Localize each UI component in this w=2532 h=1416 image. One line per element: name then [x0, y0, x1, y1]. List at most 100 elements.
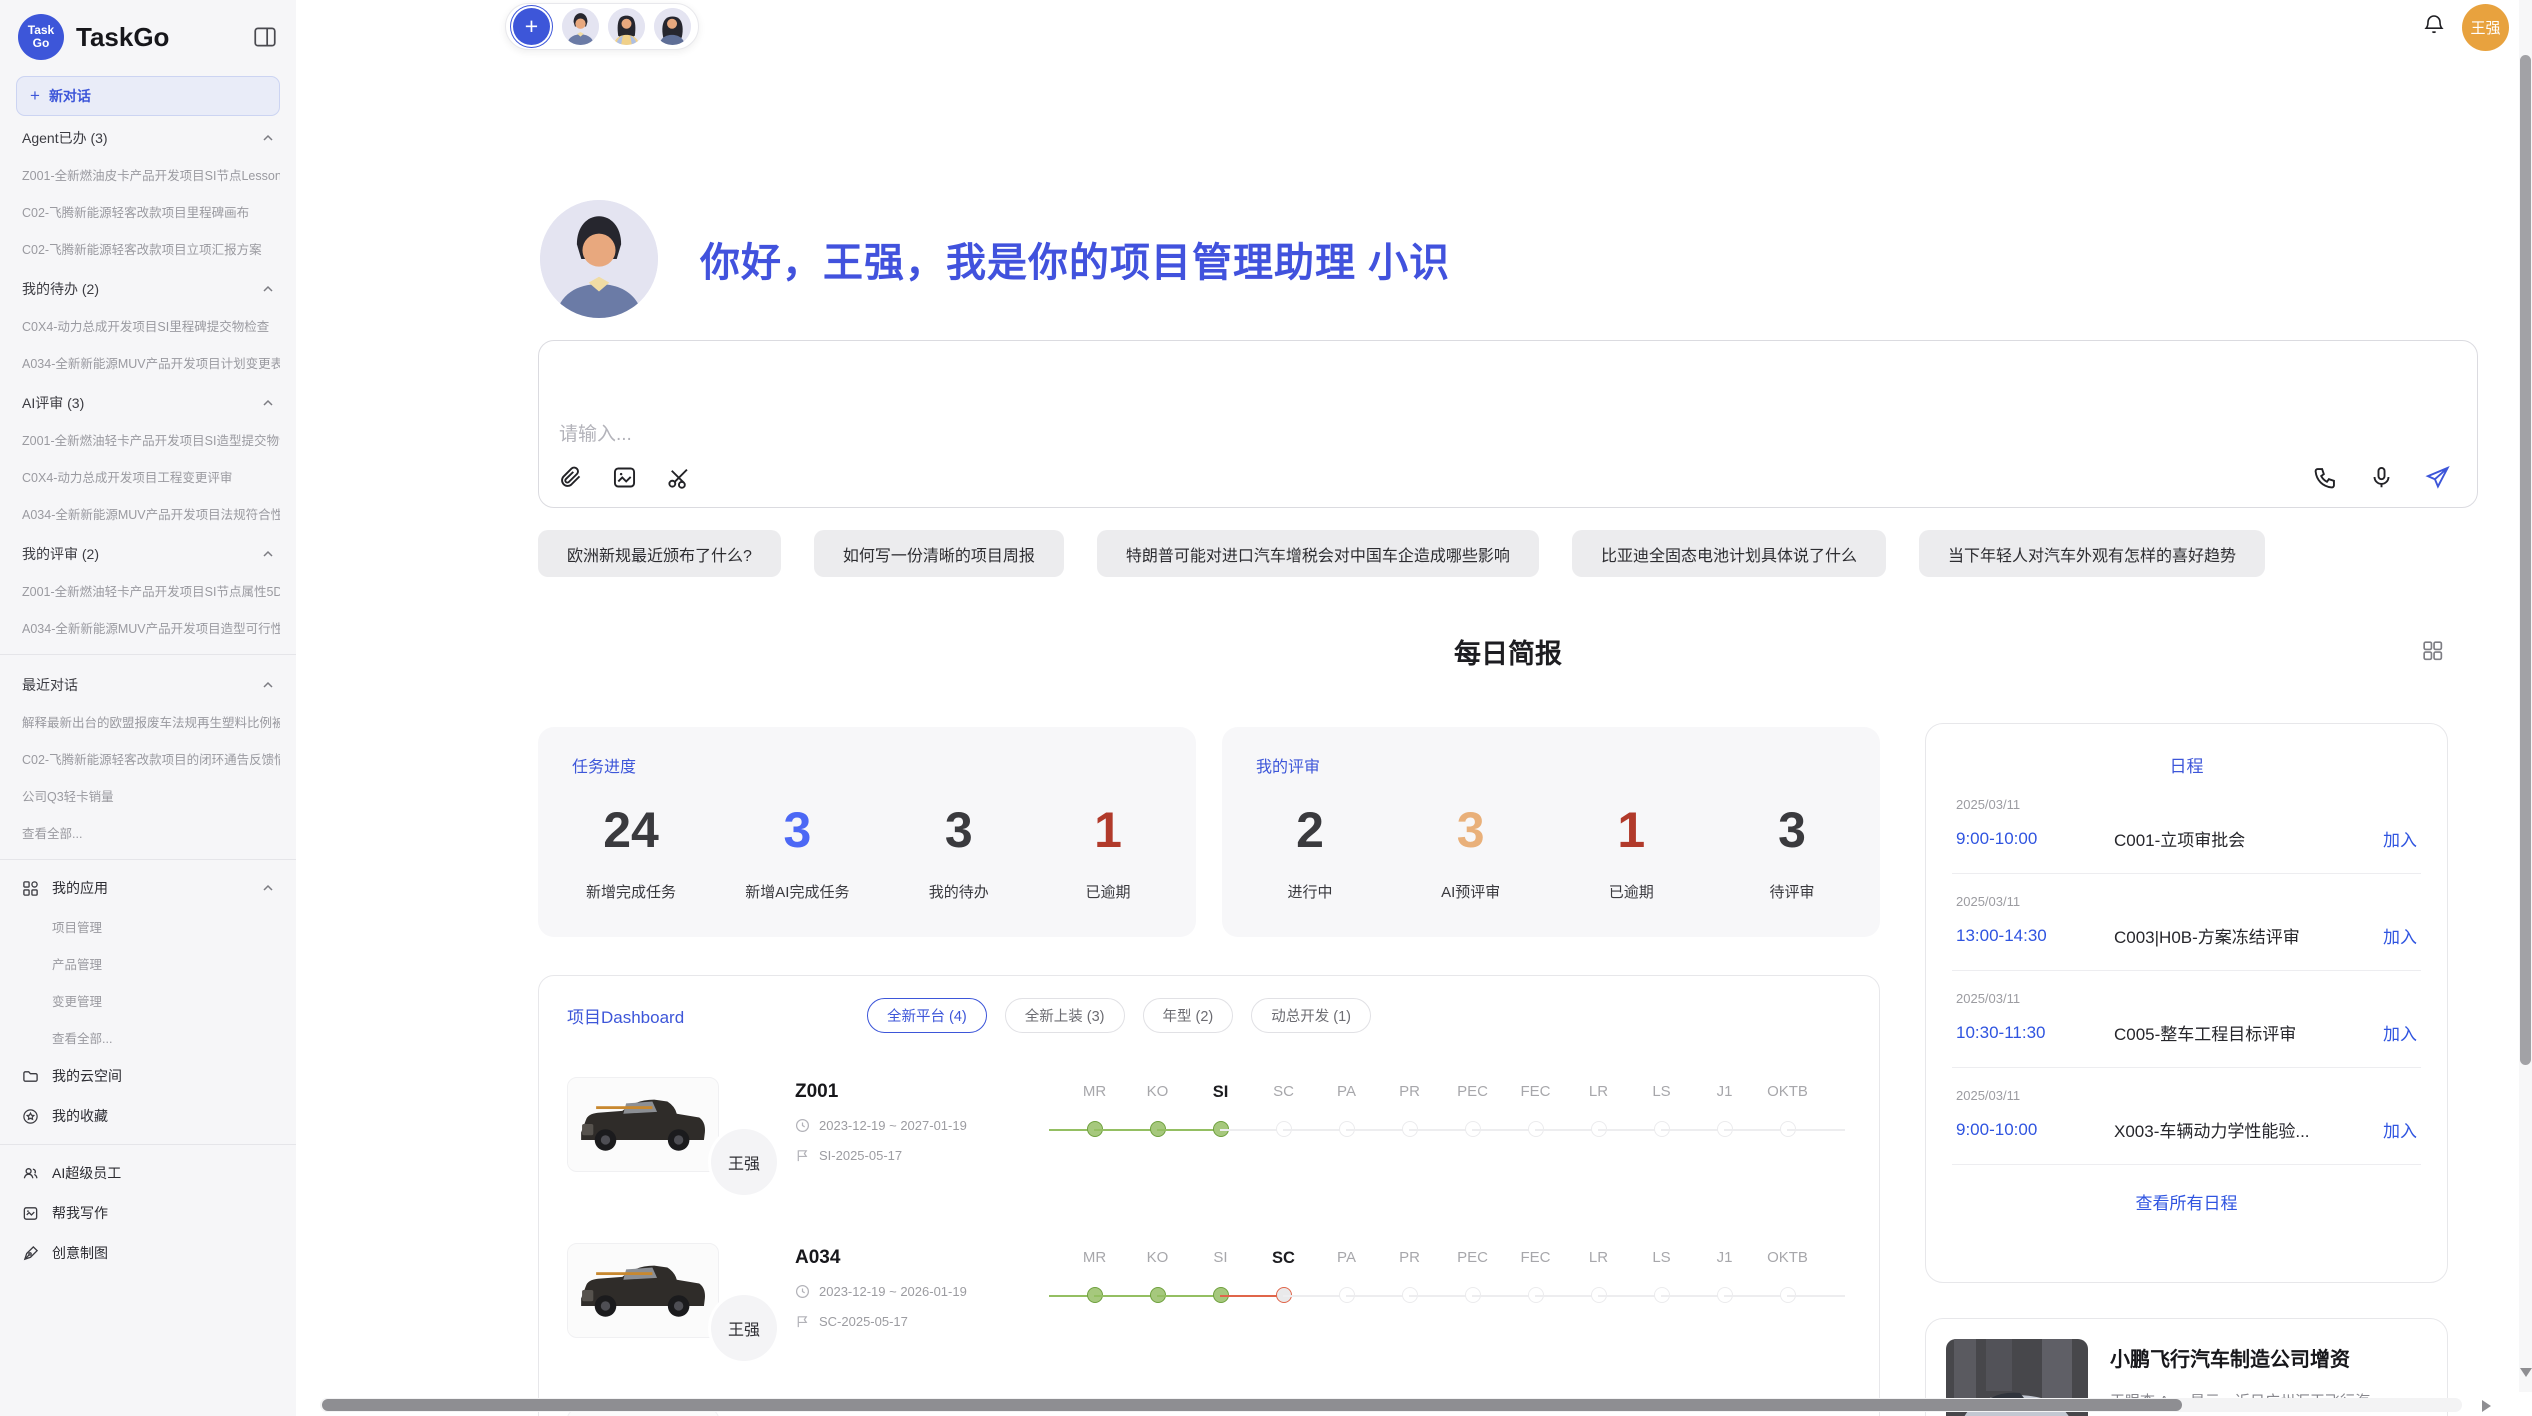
dashboard-filters: 全新平台 (4) 全新上装 (3) 年型 (2) 动总开发 (1) [867, 998, 1371, 1033]
plus-icon: + [30, 86, 40, 106]
section-agent-done[interactable]: Agent已办 (3) [16, 116, 280, 156]
my-cloud-space-row[interactable]: 我的云空间 [16, 1056, 280, 1096]
recent-chat-item[interactable]: C02-飞腾新能源轻客改款项目的闭环通告反馈情况 [16, 740, 280, 777]
suggestion-chip[interactable]: 欧洲新规最近颁布了什么? [538, 530, 781, 577]
task-item[interactable]: C02-飞腾新能源轻客改款项目立项汇报方案 [16, 230, 280, 267]
scissors-icon[interactable] [665, 464, 692, 491]
suggestion-chip[interactable]: 特朗普可能对进口汽车增税会对中国车企造成哪些影响 [1097, 530, 1539, 577]
schedule-time: 9:00-10:00 [1956, 1120, 2114, 1140]
project-row[interactable]: 王强 A034 2023-12-19 ~ 2026-01-19 SC-2025-… [567, 1243, 1851, 1365]
flag-icon [795, 1314, 810, 1329]
suggestion-chip[interactable]: 比亚迪全固态电池计划具体说了什么 [1572, 530, 1886, 577]
card-title: 任务进度 [572, 753, 1162, 777]
task-item[interactable]: Z001-全新燃油轻卡产品开发项目SI造型提交物评审 [16, 421, 280, 458]
suggestion-chips: 欧洲新规最近颁布了什么? 如何写一份清晰的项目周报 特朗普可能对进口汽车增税会对… [538, 530, 2265, 577]
avatar[interactable] [654, 8, 691, 45]
task-item[interactable]: A034-全新新能源MUV产品开发项目计划变更表编写 [16, 344, 280, 381]
task-item[interactable]: C02-飞腾新能源轻客改款项目里程碑画布 [16, 193, 280, 230]
vertical-scrollbar-thumb[interactable] [2520, 55, 2531, 1065]
filter-chip[interactable]: 年型 (2) [1143, 998, 1234, 1033]
schedule-item: 2025/03/11 10:30-11:30 C005-整车工程目标评审 加入 [1952, 971, 2421, 1068]
chevron-up-icon[interactable] [262, 882, 274, 894]
task-item[interactable]: Z001-全新燃油轻卡产品开发项目SI节点属性5D文件评审 [16, 572, 280, 609]
stat-cards-row: 任务进度 24 新增完成任务 3 新增AI完成任务 3 我的待办 1 已逾期 我… [538, 727, 1880, 937]
recent-chat-item[interactable]: 公司Q3轻卡销量 [16, 777, 280, 814]
join-link[interactable]: 加入 [2383, 923, 2417, 948]
app-item-product-mgmt[interactable]: 产品管理 [16, 945, 280, 982]
scroll-right-arrow-icon[interactable] [2482, 1400, 2491, 1412]
app-title: TaskGo [76, 22, 240, 53]
my-favorites-row[interactable]: 我的收藏 [16, 1096, 280, 1136]
microphone-icon[interactable] [2368, 464, 2395, 491]
section-my-review[interactable]: 我的评审 (2) [16, 532, 280, 572]
phone-call-icon[interactable] [2312, 464, 2339, 491]
schedule-date: 2025/03/11 [1956, 991, 2417, 1006]
filter-chip[interactable]: 全新上装 (3) [1005, 998, 1125, 1033]
recent-chat-item[interactable]: 解释最新出台的欧盟报废车法规再生塑料比例被调至15%... [16, 703, 280, 740]
milestone-label: OKTB [1756, 1249, 1819, 1268]
join-link[interactable]: 加入 [2383, 1020, 2417, 1045]
milestone-label: SI [1189, 1083, 1252, 1102]
horizontal-scrollbar[interactable] [320, 1398, 2462, 1412]
suggestion-chip[interactable]: 当下年轻人对汽车外观有怎样的喜好趋势 [1919, 530, 2265, 577]
task-item[interactable]: A034-全新新能源MUV产品开发项目法规符合性评审 [16, 495, 280, 532]
help-me-write-row[interactable]: 帮我写作 [16, 1193, 280, 1233]
add-session-button[interactable]: + [513, 8, 550, 45]
project-row[interactable]: 王强 Z001 2023-12-19 ~ 2027-01-19 SI-2025-… [567, 1077, 1851, 1199]
chevron-up-icon[interactable] [262, 548, 274, 560]
stat: 2 进行中 [1270, 801, 1350, 902]
milestone-label: PEC [1441, 1249, 1504, 1268]
join-link[interactable]: 加入 [2383, 826, 2417, 851]
section-recent-chats[interactable]: 最近对话 [16, 663, 280, 703]
app-logo: Task Go [18, 14, 64, 60]
folder-icon [22, 1068, 39, 1085]
task-item[interactable]: C0X4-动力总成开发项目SI里程碑提交物检查 [16, 307, 280, 344]
pen-nib-icon [22, 1245, 39, 1262]
chat-input-box[interactable]: 请输入... [538, 340, 2478, 508]
user-avatar[interactable]: 王强 [2462, 4, 2509, 51]
filter-chip[interactable]: 全新平台 (4) [867, 998, 987, 1033]
sidebar-collapse-icon[interactable] [252, 24, 278, 50]
horizontal-scrollbar-thumb[interactable] [322, 1399, 2182, 1411]
greeting-block: 你好，王强，我是你的项目管理助理 小识 [540, 200, 1450, 318]
chevron-up-icon[interactable] [262, 679, 274, 691]
view-all-chats-link[interactable]: 查看全部... [16, 814, 280, 851]
milestone-label: KO [1126, 1249, 1189, 1268]
avatar[interactable] [562, 8, 599, 45]
new-chat-button[interactable]: + 新对话 [16, 76, 280, 116]
chevron-up-icon[interactable] [262, 132, 274, 144]
stat: 1 已逾期 [1591, 801, 1671, 902]
notification-bell-icon[interactable] [2422, 12, 2446, 36]
image-upload-icon[interactable] [611, 464, 638, 491]
milestone-label: LS [1630, 1249, 1693, 1268]
scroll-down-arrow-icon[interactable] [2520, 1368, 2532, 1377]
attachment-icon[interactable] [557, 464, 584, 491]
send-icon[interactable] [2424, 464, 2451, 491]
section-my-todo[interactable]: 我的待办 (2) [16, 267, 280, 307]
milestone-label: SC [1252, 1083, 1315, 1102]
app-item-change-mgmt[interactable]: 变更管理 [16, 982, 280, 1019]
section-ai-review[interactable]: AI评审 (3) [16, 381, 280, 421]
new-chat-label: 新对话 [49, 86, 91, 106]
milestone-track: MRKOSISCPAPRPECFECLRLSJ1OKTB [1063, 1243, 1851, 1304]
suggestion-chip[interactable]: 如何写一份清晰的项目周报 [814, 530, 1064, 577]
clock-icon [795, 1284, 810, 1299]
avatar[interactable] [608, 8, 645, 45]
creative-drawing-row[interactable]: 创意制图 [16, 1233, 280, 1273]
task-item[interactable]: A034-全新新能源MUV产品开发项目造型可行性评审 [16, 609, 280, 646]
schedule-event-title: C005-整车工程目标评审 [2114, 1020, 2383, 1045]
view-all-schedule-link[interactable]: 查看所有日程 [1952, 1189, 2421, 1214]
join-link[interactable]: 加入 [2383, 1117, 2417, 1142]
app-item-project-mgmt[interactable]: 项目管理 [16, 908, 280, 945]
task-item[interactable]: Z001-全新燃油皮卡产品开发项目SI节点Lesson Learn报告 [16, 156, 280, 193]
milestone-label: PEC [1441, 1083, 1504, 1102]
view-all-apps-link[interactable]: 查看全部... [16, 1019, 280, 1056]
filter-chip[interactable]: 动总开发 (1) [1251, 998, 1371, 1033]
my-apps-row[interactable]: 我的应用 [16, 868, 280, 908]
chevron-up-icon[interactable] [262, 397, 274, 409]
session-avatars-pill: + [505, 3, 699, 50]
ai-super-staff-row[interactable]: AI超级员工 [16, 1153, 280, 1193]
task-item[interactable]: C0X4-动力总成开发项目工程变更评审 [16, 458, 280, 495]
chevron-up-icon[interactable] [262, 283, 274, 295]
layout-grid-icon[interactable] [2420, 638, 2445, 663]
